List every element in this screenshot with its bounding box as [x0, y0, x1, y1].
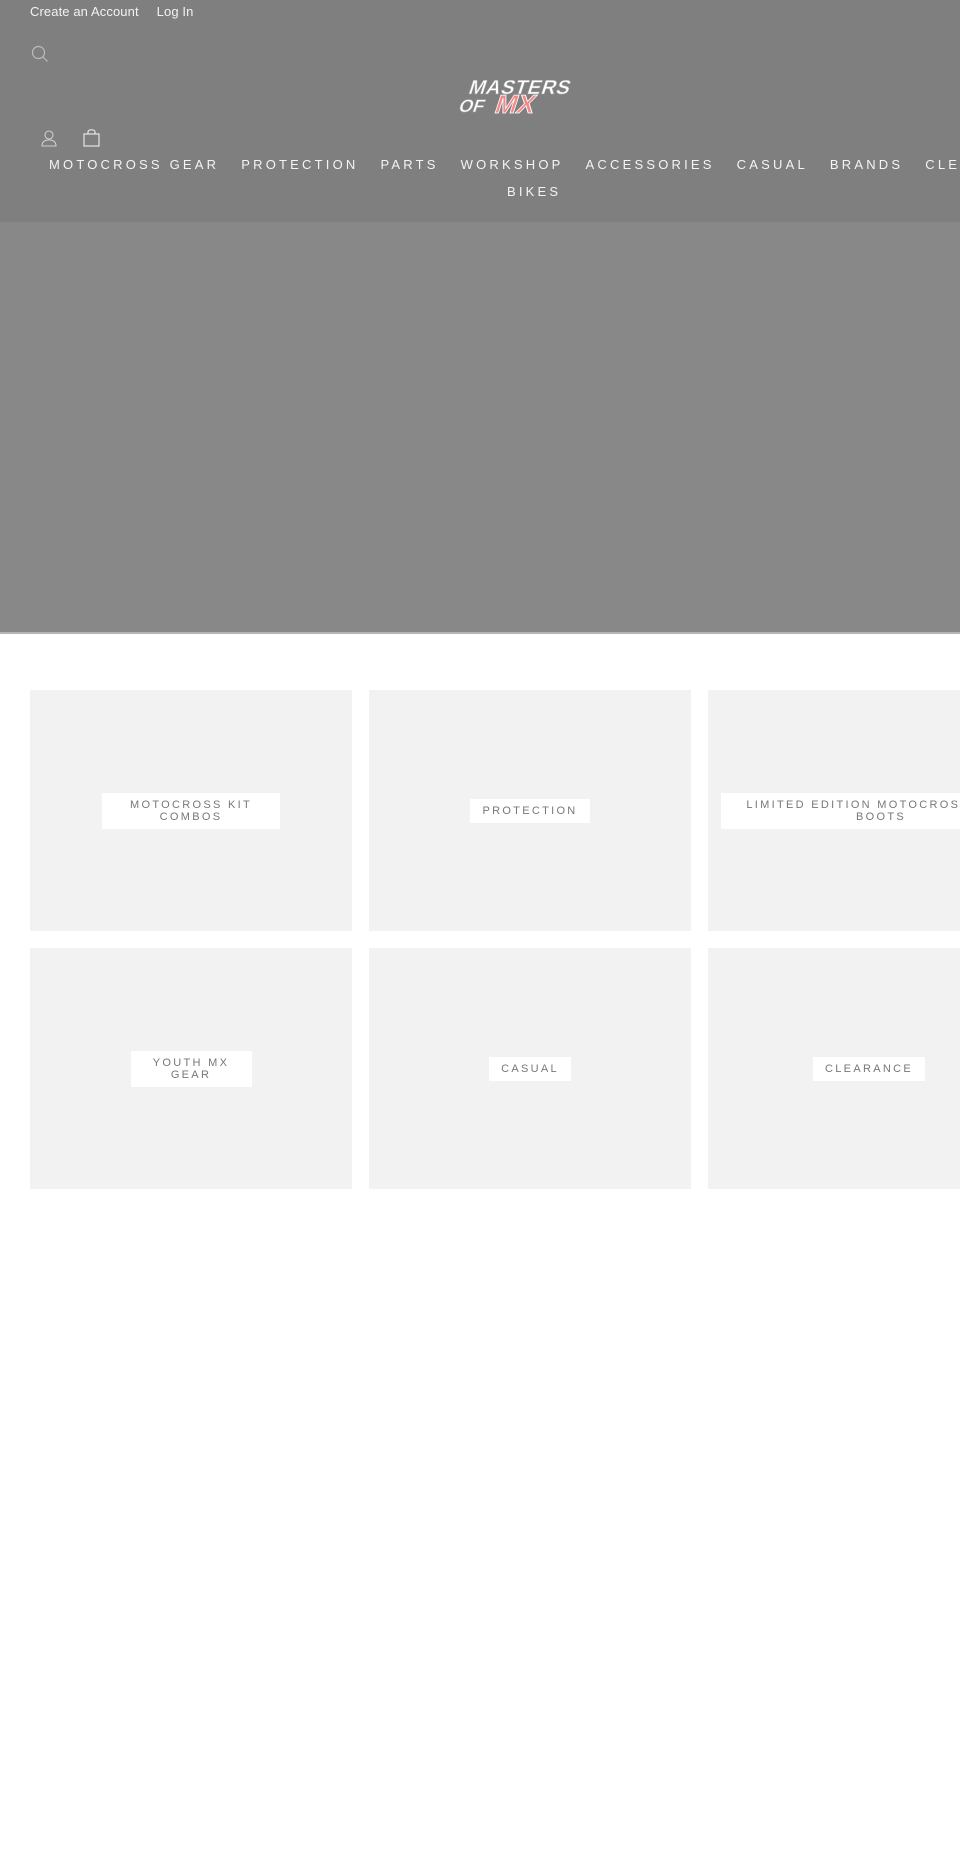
nav-parts[interactable]: Parts: [380, 157, 438, 172]
collection-label: Protection: [470, 798, 590, 823]
collection-tile[interactable]: Clearance: [708, 948, 960, 1189]
nav-motocross-gear[interactable]: Motocross Gear: [49, 157, 219, 172]
collection-tile[interactable]: Protection: [369, 690, 691, 931]
collection-label: Motocross Kit Combos: [102, 792, 280, 829]
svg-text:MX: MX: [491, 90, 540, 118]
nav-clearance[interactable]: Clearance: [925, 157, 960, 172]
top-links: Create an Account Log In: [30, 4, 193, 19]
login-link[interactable]: Log In: [157, 4, 194, 19]
nav-brands[interactable]: Brands: [830, 157, 903, 172]
nav-accessories[interactable]: Accessories: [586, 157, 715, 172]
nav-workshop[interactable]: Workshop: [461, 157, 564, 172]
nav-bikes[interactable]: Bikes: [507, 184, 561, 199]
create-account-link[interactable]: Create an Account: [30, 4, 139, 19]
svg-text:OF: OF: [456, 95, 488, 115]
collection-label: Youth MX Gear: [130, 1050, 252, 1087]
site-logo[interactable]: MASTERS OF MX: [456, 74, 606, 118]
collection-tile[interactable]: Motocross Kit Combos: [30, 690, 352, 931]
collection-tile[interactable]: Casual: [369, 948, 691, 1189]
cart-icon[interactable]: [83, 129, 100, 147]
nav-casual[interactable]: Casual: [737, 157, 808, 172]
nav-protection[interactable]: Protection: [241, 157, 358, 172]
collection-tile[interactable]: Youth MX Gear: [30, 948, 352, 1189]
collection-label: Limited Edition Motocross Gear Boots: [721, 792, 960, 829]
search-icon[interactable]: [31, 45, 49, 63]
site-header: Create an Account Log In MASTERS OF MX M…: [0, 0, 960, 222]
hero-banner: [0, 222, 960, 634]
account-icon[interactable]: [41, 130, 57, 147]
collection-tile[interactable]: Limited Edition Motocross Gear Boots: [708, 690, 960, 931]
collection-label: Casual: [489, 1056, 571, 1081]
collection-label: Clearance: [813, 1056, 925, 1081]
